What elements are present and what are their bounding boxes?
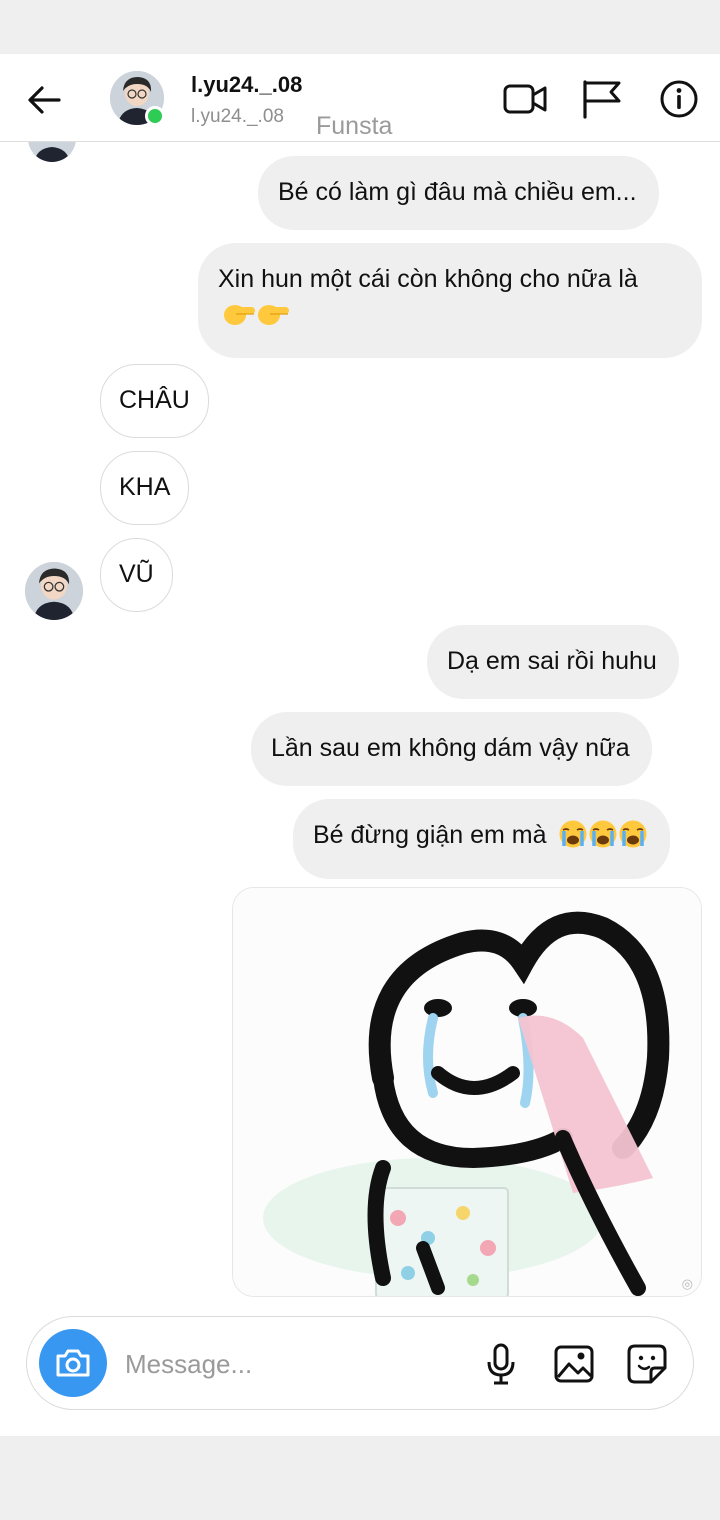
video-call-icon[interactable] [500,74,550,124]
image-watermark: ◎ [681,1276,693,1291]
crying-face-emoji [558,819,588,859]
sticker-icon[interactable] [623,1340,671,1388]
received-message[interactable]: KHA [100,451,190,525]
crying-face-emoji [588,819,618,859]
navigation-bar-area [0,1436,720,1520]
back-arrow-icon[interactable] [22,78,66,122]
info-icon[interactable] [654,74,704,124]
sender-avatar[interactable] [25,562,83,620]
received-message[interactable]: CHÂU [100,364,209,438]
image-message[interactable]: ◎ [232,887,702,1297]
sent-message[interactable]: Bé có làm gì đâu mà chiều em... [258,156,659,230]
crying-face-emoji [618,819,648,859]
flag-icon[interactable] [576,74,626,124]
message-text: Dạ em sai rồi huhu [447,647,657,675]
camera-icon[interactable] [39,1329,107,1397]
chat-username: l.yu24._.08 [191,106,284,127]
crying-stick-figure-sticker [233,888,701,1296]
message-composer [26,1316,694,1410]
chat-title[interactable]: l.yu24._.08 [191,72,302,98]
pointing-right-emoji [256,298,290,338]
received-message[interactable]: VŨ [100,538,173,612]
sent-message[interactable]: Lần sau em không dám vậy nữa [251,712,652,786]
microphone-icon[interactable] [477,1340,525,1388]
pointing-right-emoji [222,298,256,338]
sent-message[interactable]: Bé đừng giận em mà [293,799,670,879]
message-text: CHÂU [119,386,190,414]
message-input[interactable] [125,1339,465,1389]
status-bar [0,0,720,54]
chat-header: l.yu24._.08 l.yu24._.08 Funsta [0,54,720,142]
message-text: Xin hun một cái còn không cho nữa là [218,265,638,293]
chat-screen: l.yu24._.08 l.yu24._.08 Funsta Bé có làm… [0,54,720,1436]
gallery-icon[interactable] [550,1340,598,1388]
message-text: KHA [119,473,171,501]
online-status-dot [145,106,165,126]
account-tag: Funsta [316,112,393,140]
sent-message[interactable]: Dạ em sai rồi huhu [427,625,679,699]
message-text: VŨ [119,560,154,588]
message-text: Bé đừng giận em mà [313,821,547,849]
message-text: Bé có làm gì đâu mà chiều em... [278,178,637,206]
sent-message[interactable]: Xin hun một cái còn không cho nữa là [198,243,702,358]
message-text: Lần sau em không dám vậy nữa [271,734,630,762]
